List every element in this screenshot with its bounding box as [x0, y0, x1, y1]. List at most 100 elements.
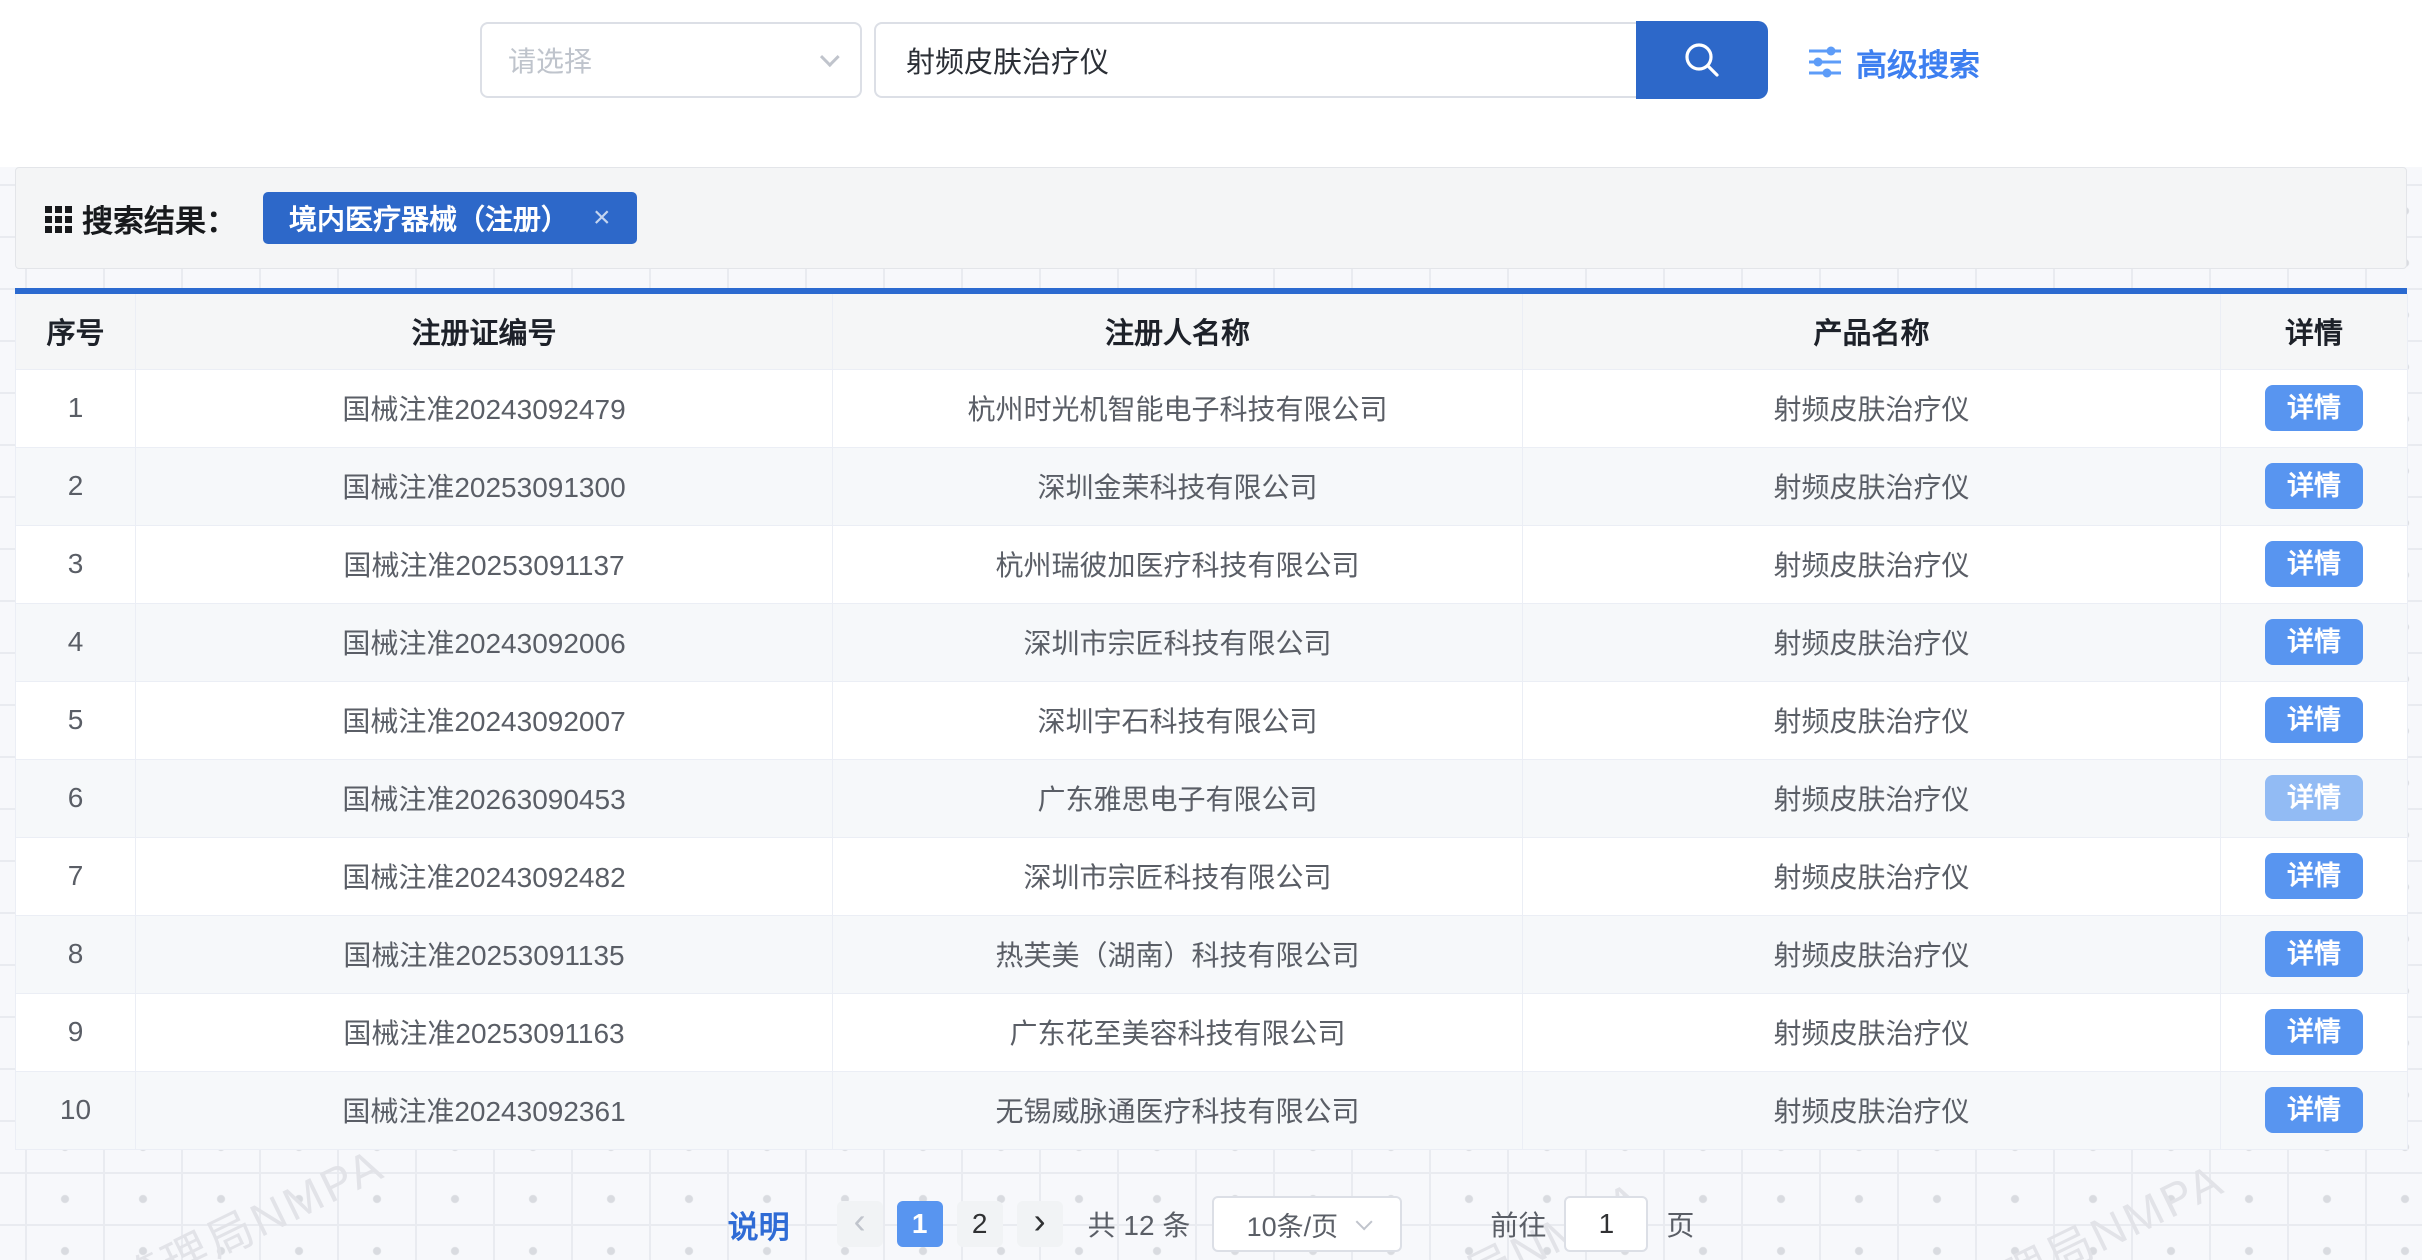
- product-cell: 射频皮肤治疗仪: [1523, 681, 2221, 759]
- serial-cell: 2: [16, 447, 136, 525]
- detail-button[interactable]: 详情: [2265, 775, 2363, 821]
- detail-cell: 详情: [2221, 915, 2408, 993]
- table-header-row: 序号 注册证编号 注册人名称 产品名称 详情: [16, 294, 2408, 369]
- total-count-label: 共 12 条: [1088, 1204, 1191, 1244]
- detail-cell: 详情: [2221, 447, 2408, 525]
- sliders-icon: [1806, 43, 1844, 81]
- next-page-button[interactable]: ›: [1017, 1201, 1063, 1247]
- serial-cell: 3: [16, 525, 136, 603]
- header-serial: 序号: [16, 294, 136, 369]
- filter-tag-label: 境内医疗器械（注册）: [289, 198, 569, 238]
- page-button-2[interactable]: 2: [957, 1201, 1003, 1247]
- serial-cell: 8: [16, 915, 136, 993]
- table-row: 6国械注准20263090453广东雅思电子有限公司射频皮肤治疗仪详情: [16, 759, 2408, 837]
- table-row: 10国械注准20243092361无锡威脉通医疗科技有限公司射频皮肤治疗仪详情: [16, 1071, 2408, 1149]
- detail-cell: 详情: [2221, 1071, 2408, 1149]
- detail-button[interactable]: 详情: [2265, 541, 2363, 587]
- prev-page-button[interactable]: ‹: [837, 1201, 883, 1247]
- results-table: 序号 注册证编号 注册人名称 产品名称 详情 1国械注准20243092479杭…: [15, 288, 2407, 1150]
- search-button[interactable]: [1636, 21, 1768, 99]
- page-button-1[interactable]: 1: [897, 1201, 943, 1247]
- detail-button[interactable]: 详情: [2265, 1087, 2363, 1133]
- product-cell: 射频皮肤治疗仪: [1523, 1071, 2221, 1149]
- reg-no-cell: 国械注准20243092006: [136, 603, 833, 681]
- pagination: 说明 ‹ 1 2 › 共 12 条 10条/页 前往 页: [0, 1192, 2422, 1256]
- detail-cell: 详情: [2221, 681, 2408, 759]
- close-icon[interactable]: ×: [593, 203, 611, 233]
- company-cell: 广东雅思电子有限公司: [833, 759, 1523, 837]
- reg-no-cell: 国械注准20263090453: [136, 759, 833, 837]
- search-input[interactable]: [874, 22, 1636, 98]
- detail-cell: 详情: [2221, 837, 2408, 915]
- company-cell: 深圳金茉科技有限公司: [833, 447, 1523, 525]
- header-detail: 详情: [2221, 294, 2408, 369]
- product-cell: 射频皮肤治疗仪: [1523, 915, 2221, 993]
- detail-button[interactable]: 详情: [2265, 463, 2363, 509]
- serial-cell: 10: [16, 1071, 136, 1149]
- goto-suffix: 页: [1666, 1204, 1694, 1244]
- serial-cell: 7: [16, 837, 136, 915]
- search-icon: [1680, 38, 1724, 82]
- table-row: 8国械注准20253091135热芙美（湖南）科技有限公司射频皮肤治疗仪详情: [16, 915, 2408, 993]
- serial-cell: 5: [16, 681, 136, 759]
- select-placeholder: 请选择: [508, 40, 820, 80]
- company-cell: 深圳市宗匠科技有限公司: [833, 837, 1523, 915]
- product-cell: 射频皮肤治疗仪: [1523, 603, 2221, 681]
- company-cell: 广东花至美容科技有限公司: [833, 993, 1523, 1071]
- company-cell: 深圳市宗匠科技有限公司: [833, 603, 1523, 681]
- chevron-down-icon: [1356, 1213, 1373, 1230]
- company-cell: 杭州时光机智能电子科技有限公司: [833, 369, 1523, 447]
- detail-button[interactable]: 详情: [2265, 853, 2363, 899]
- company-cell: 无锡威脉通医疗科技有限公司: [833, 1071, 1523, 1149]
- advanced-search-label: 高级搜索: [1856, 40, 1980, 85]
- detail-button[interactable]: 详情: [2265, 931, 2363, 977]
- results-bar: 搜索结果： 境内医疗器械（注册） ×: [15, 167, 2407, 269]
- page-size-select[interactable]: 10条/页: [1212, 1196, 1402, 1252]
- page-size-label: 10条/页: [1247, 1205, 1339, 1244]
- detail-button[interactable]: 详情: [2265, 697, 2363, 743]
- search-category-select[interactable]: 请选择: [480, 22, 862, 98]
- serial-cell: 9: [16, 993, 136, 1071]
- company-cell: 深圳宇石科技有限公司: [833, 681, 1523, 759]
- advanced-search-link[interactable]: 高级搜索: [1806, 40, 1980, 84]
- grid-icon: [44, 203, 74, 233]
- search-bar: 请选择 高级搜索: [0, 0, 2422, 167]
- header-reg-no: 注册证编号: [136, 294, 833, 369]
- serial-cell: 1: [16, 369, 136, 447]
- company-cell: 杭州瑞彼加医疗科技有限公司: [833, 525, 1523, 603]
- product-cell: 射频皮肤治疗仪: [1523, 993, 2221, 1071]
- reg-no-cell: 国械注准20243092479: [136, 369, 833, 447]
- filter-tag-domestic-registered[interactable]: 境内医疗器械（注册） ×: [263, 192, 637, 244]
- detail-button[interactable]: 详情: [2265, 1009, 2363, 1055]
- reg-no-cell: 国械注准20253091135: [136, 915, 833, 993]
- table-row: 2国械注准20253091300深圳金茉科技有限公司射频皮肤治疗仪详情: [16, 447, 2408, 525]
- reg-no-cell: 国械注准20253091137: [136, 525, 833, 603]
- detail-cell: 详情: [2221, 603, 2408, 681]
- serial-cell: 4: [16, 603, 136, 681]
- reg-no-cell: 国械注准20243092007: [136, 681, 833, 759]
- results-bar-label: 搜索结果：: [82, 196, 237, 241]
- table-row: 3国械注准20253091137杭州瑞彼加医疗科技有限公司射频皮肤治疗仪详情: [16, 525, 2408, 603]
- goto-page-input[interactable]: [1564, 1196, 1648, 1252]
- table-row: 9国械注准20253091163广东花至美容科技有限公司射频皮肤治疗仪详情: [16, 993, 2408, 1071]
- reg-no-cell: 国械注准20253091300: [136, 447, 833, 525]
- product-cell: 射频皮肤治疗仪: [1523, 525, 2221, 603]
- product-cell: 射频皮肤治疗仪: [1523, 837, 2221, 915]
- product-cell: 射频皮肤治疗仪: [1523, 759, 2221, 837]
- table-row: 7国械注准20243092482深圳市宗匠科技有限公司射频皮肤治疗仪详情: [16, 837, 2408, 915]
- goto-label: 前往: [1490, 1204, 1546, 1244]
- note-link[interactable]: 说明: [728, 1202, 790, 1247]
- detail-cell: 详情: [2221, 369, 2408, 447]
- header-product: 产品名称: [1523, 294, 2221, 369]
- detail-cell: 详情: [2221, 759, 2408, 837]
- reg-no-cell: 国械注准20253091163: [136, 993, 833, 1071]
- detail-button[interactable]: 详情: [2265, 619, 2363, 665]
- chevron-down-icon: [820, 47, 840, 67]
- reg-no-cell: 国械注准20243092361: [136, 1071, 833, 1149]
- serial-cell: 6: [16, 759, 136, 837]
- goto-page-group: 前往 页: [1490, 1196, 1694, 1252]
- detail-cell: 详情: [2221, 525, 2408, 603]
- detail-button[interactable]: 详情: [2265, 385, 2363, 431]
- table-row: 4国械注准20243092006深圳市宗匠科技有限公司射频皮肤治疗仪详情: [16, 603, 2408, 681]
- header-company: 注册人名称: [833, 294, 1523, 369]
